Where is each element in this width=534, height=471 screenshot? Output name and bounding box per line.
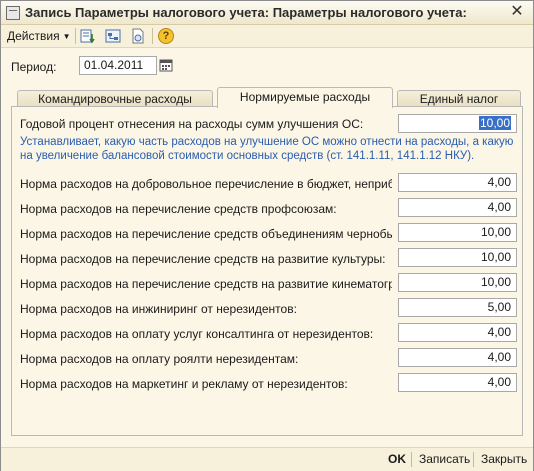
document-icon[interactable]: [130, 28, 146, 44]
button-separator: [473, 452, 474, 467]
annual-percent-input[interactable]: 10,00: [398, 114, 517, 133]
save-button[interactable]: Записать: [419, 452, 470, 467]
norm-input-consulting[interactable]: 4,00: [398, 323, 517, 342]
norm-label-budget: Норма расходов на добровольное перечисле…: [20, 177, 392, 191]
norm-input-culture[interactable]: 10,00: [398, 248, 517, 267]
dialog-window: Запись Параметры налогового учета: Парам…: [0, 0, 534, 471]
ok-button[interactable]: OK: [388, 452, 406, 467]
period-label: Период:: [11, 60, 57, 74]
help-icon: ?: [158, 28, 174, 44]
actions-menu-button[interactable]: Действия ▼: [7, 28, 71, 44]
annual-percent-value: 10,00: [478, 116, 511, 130]
norm-label-culture: Норма расходов на перечисление средств н…: [20, 252, 386, 266]
norm-label-cinema: Норма расходов на перечисление средств н…: [20, 277, 392, 291]
norm-input-royalty[interactable]: 4,00: [398, 348, 517, 367]
norm-input-marketing[interactable]: 4,00: [398, 373, 517, 392]
norm-input-chernobyl[interactable]: 10,00: [398, 223, 517, 242]
chevron-down-icon: ▼: [62, 32, 71, 41]
toolbar-separator: [152, 28, 153, 44]
window-icon: [6, 6, 20, 20]
annual-percent-label: Годовой процент отнесения на расходы сум…: [20, 117, 364, 131]
norm-input-engineering[interactable]: 5,00: [398, 298, 517, 317]
norm-input-cinema[interactable]: 10,00: [398, 273, 517, 292]
tab-panel: Годовой процент отнесения на расходы сум…: [11, 106, 523, 436]
norm-label-marketing: Норма расходов на маркетинг и рекламу от…: [20, 377, 348, 391]
toolbar-separator: [75, 28, 76, 44]
norm-label-consulting: Норма расходов на оплату услуг консалтин…: [20, 327, 374, 341]
structure-icon[interactable]: [105, 28, 121, 44]
tab-strip: Командировочные расходы Нормируемые расх…: [11, 87, 523, 108]
period-date-input[interactable]: 01.04.2011: [79, 56, 157, 75]
close-button[interactable]: Закрыть: [481, 452, 527, 467]
bottom-bar: OK Записать Закрыть: [1, 447, 533, 471]
toolbar: Действия ▼ ?: [1, 25, 533, 48]
calendar-icon[interactable]: [159, 58, 173, 72]
button-separator: [411, 452, 412, 467]
title-bar: Запись Параметры налогового учета: Парам…: [1, 1, 533, 25]
tab-travel-expenses[interactable]: Командировочные расходы: [17, 90, 213, 107]
tab-single-tax[interactable]: Единый налог: [397, 90, 521, 107]
window-title: Запись Параметры налогового учета: Парам…: [25, 5, 467, 20]
norm-input-budget[interactable]: 4,00: [398, 173, 517, 192]
norm-input-trade-unions[interactable]: 4,00: [398, 198, 517, 217]
norm-label-chernobyl: Норма расходов на перечисление средств о…: [20, 227, 392, 241]
tab-normalized-expenses[interactable]: Нормируемые расходы: [217, 87, 393, 108]
annual-percent-hint: Устанавливает, какую часть расходов на у…: [20, 136, 514, 162]
norm-label-royalty: Норма расходов на оплату роялти нерезиде…: [20, 352, 299, 366]
move-down-icon[interactable]: [80, 28, 96, 44]
norm-label-trade-unions: Норма расходов на перечисление средств п…: [20, 202, 337, 216]
norm-label-engineering: Норма расходов на инжиниринг от нерезиде…: [20, 302, 297, 316]
help-button-wrap[interactable]: ?: [158, 28, 174, 44]
actions-menu-label: Действия: [7, 29, 60, 43]
close-window-button[interactable]: ✕: [509, 3, 525, 21]
